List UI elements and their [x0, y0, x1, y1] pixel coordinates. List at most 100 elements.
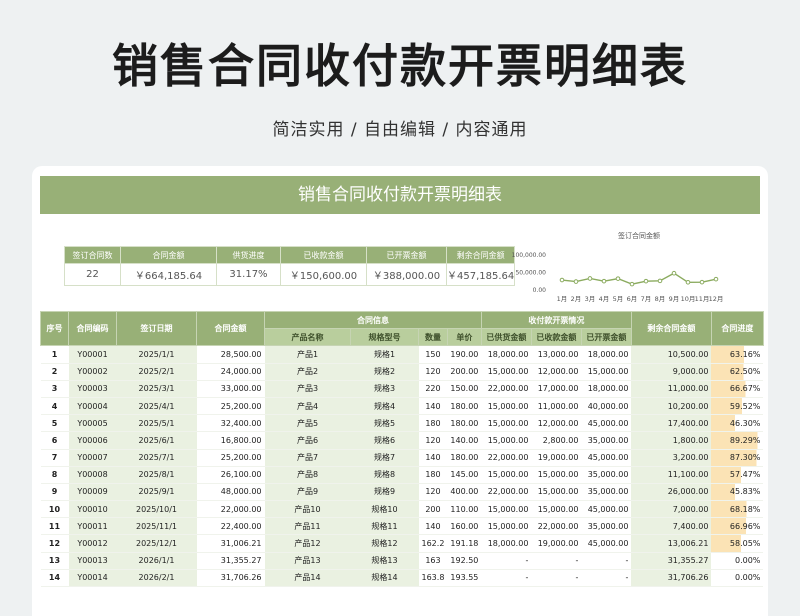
cell-received-amount[interactable]: 19,000.00 [531, 449, 582, 467]
cell-invoiced-amount[interactable]: 18,000.00 [581, 380, 632, 398]
cell-product-name[interactable]: 产品10 [264, 500, 351, 519]
cell-quantity[interactable]: 162.2 [418, 534, 448, 553]
cell-contract-amount[interactable]: 26,100.00 [196, 466, 265, 484]
cell-invoiced-amount[interactable]: 35,000.00 [581, 466, 632, 484]
cell-quantity[interactable]: 140 [418, 449, 448, 467]
cell-contract-code[interactable]: Y00008 [68, 466, 117, 484]
cell-supplied-amount[interactable]: 18,000.00 [481, 534, 532, 553]
cell-spec[interactable]: 规格1 [350, 345, 419, 364]
cell-unit-price[interactable]: 180.00 [447, 449, 482, 467]
cell-contract-amount[interactable]: 25,200.00 [196, 397, 265, 416]
cell-contract-progress[interactable]: 66.96% [711, 517, 764, 536]
cell-contract-progress[interactable]: 63.16% [711, 345, 764, 364]
cell-received-amount[interactable]: - [531, 552, 582, 570]
cell-contract-amount[interactable]: 32,400.00 [196, 414, 265, 433]
cell-contract-progress[interactable]: 87.30% [711, 449, 764, 467]
cell-row-index[interactable]: 5 [40, 414, 69, 433]
cell-quantity[interactable]: 200 [418, 500, 448, 519]
cell-product-name[interactable]: 产品9 [264, 483, 351, 502]
cell-spec[interactable]: 规格8 [350, 466, 419, 484]
cell-quantity[interactable]: 180 [418, 466, 448, 484]
cell-invoiced-amount[interactable]: 35,000.00 [581, 431, 632, 450]
cell-invoiced-amount[interactable]: - [581, 569, 632, 588]
cell-row-index[interactable]: 2 [40, 363, 69, 381]
cell-product-name[interactable]: 产品14 [264, 569, 351, 588]
cell-sign-date[interactable]: 2025/7/1 [116, 449, 197, 467]
cell-spec[interactable]: 规格2 [350, 363, 419, 381]
cell-supplied-amount[interactable]: 18,000.00 [481, 345, 532, 364]
cell-contract-code[interactable]: Y00011 [68, 517, 117, 536]
summary-value-invoiced[interactable]: ￥388,000.00 [366, 263, 447, 286]
cell-remaining-amount[interactable]: 7,000.00 [631, 500, 712, 519]
cell-received-amount[interactable]: 15,000.00 [531, 483, 582, 502]
cell-contract-amount[interactable]: 22,000.00 [196, 500, 265, 519]
cell-received-amount[interactable]: 22,000.00 [531, 517, 582, 536]
cell-remaining-amount[interactable]: 1,800.00 [631, 431, 712, 450]
cell-row-index[interactable]: 10 [40, 500, 69, 519]
cell-sign-date[interactable]: 2025/2/1 [116, 363, 197, 381]
cell-product-name[interactable]: 产品4 [264, 397, 351, 416]
cell-sign-date[interactable]: 2025/10/1 [116, 500, 197, 519]
cell-row-index[interactable]: 14 [40, 569, 69, 588]
cell-product-name[interactable]: 产品2 [264, 363, 351, 381]
cell-invoiced-amount[interactable]: 45,000.00 [581, 500, 632, 519]
cell-unit-price[interactable]: 400.00 [447, 483, 482, 502]
cell-contract-code[interactable]: Y00001 [68, 345, 117, 364]
cell-supplied-amount[interactable]: - [481, 552, 532, 570]
cell-remaining-amount[interactable]: 31,706.26 [631, 569, 712, 588]
summary-value-count[interactable]: 22 [64, 263, 121, 286]
cell-contract-code[interactable]: Y00004 [68, 397, 117, 416]
cell-supplied-amount[interactable]: 22,000.00 [481, 483, 532, 502]
cell-contract-amount[interactable]: 25,200.00 [196, 449, 265, 467]
cell-contract-code[interactable]: Y00006 [68, 431, 117, 450]
cell-contract-amount[interactable]: 22,400.00 [196, 517, 265, 536]
cell-contract-code[interactable]: Y00012 [68, 534, 117, 553]
cell-contract-code[interactable]: Y00010 [68, 500, 117, 519]
cell-quantity[interactable]: 120 [418, 363, 448, 381]
cell-spec[interactable]: 规格9 [350, 483, 419, 502]
cell-contract-code[interactable]: Y00002 [68, 363, 117, 381]
cell-contract-progress[interactable]: 59.52% [711, 397, 764, 416]
cell-supplied-amount[interactable]: 15,000.00 [481, 431, 532, 450]
cell-supplied-amount[interactable]: 15,000.00 [481, 363, 532, 381]
cell-invoiced-amount[interactable]: 35,000.00 [581, 517, 632, 536]
cell-supplied-amount[interactable]: - [481, 569, 532, 588]
cell-received-amount[interactable]: 15,000.00 [531, 466, 582, 484]
cell-contract-amount[interactable]: 48,000.00 [196, 483, 265, 502]
cell-unit-price[interactable]: 191.18 [447, 534, 482, 553]
cell-product-name[interactable]: 产品3 [264, 380, 351, 398]
cell-received-amount[interactable]: 13,000.00 [531, 345, 582, 364]
cell-contract-amount[interactable]: 33,000.00 [196, 380, 265, 398]
cell-quantity[interactable]: 140 [418, 517, 448, 536]
cell-sign-date[interactable]: 2025/12/1 [116, 534, 197, 553]
cell-contract-code[interactable]: Y00007 [68, 449, 117, 467]
cell-quantity[interactable]: 150 [418, 345, 448, 364]
cell-remaining-amount[interactable]: 9,000.00 [631, 363, 712, 381]
cell-supplied-amount[interactable]: 15,000.00 [481, 397, 532, 416]
cell-remaining-amount[interactable]: 31,355.27 [631, 552, 712, 570]
cell-supplied-amount[interactable]: 15,000.00 [481, 500, 532, 519]
cell-product-name[interactable]: 产品5 [264, 414, 351, 433]
cell-unit-price[interactable]: 180.00 [447, 414, 482, 433]
cell-invoiced-amount[interactable]: 35,000.00 [581, 483, 632, 502]
cell-sign-date[interactable]: 2025/9/1 [116, 483, 197, 502]
cell-row-index[interactable]: 7 [40, 449, 69, 467]
cell-contract-code[interactable]: Y00014 [68, 569, 117, 588]
cell-row-index[interactable]: 9 [40, 483, 69, 502]
cell-contract-amount[interactable]: 16,800.00 [196, 431, 265, 450]
cell-row-index[interactable]: 1 [40, 345, 69, 364]
cell-product-name[interactable]: 产品13 [264, 552, 351, 570]
cell-spec[interactable]: 规格6 [350, 431, 419, 450]
cell-spec[interactable]: 规格10 [350, 500, 419, 519]
cell-received-amount[interactable]: 2,800.00 [531, 431, 582, 450]
cell-row-index[interactable]: 8 [40, 466, 69, 484]
summary-value-amount[interactable]: ￥664,185.64 [120, 263, 217, 286]
cell-supplied-amount[interactable]: 15,000.00 [481, 517, 532, 536]
cell-quantity[interactable]: 120 [418, 483, 448, 502]
cell-unit-price[interactable]: 180.00 [447, 397, 482, 416]
cell-unit-price[interactable]: 160.00 [447, 517, 482, 536]
cell-contract-amount[interactable]: 31,355.27 [196, 552, 265, 570]
cell-product-name[interactable]: 产品6 [264, 431, 351, 450]
cell-unit-price[interactable]: 200.00 [447, 363, 482, 381]
cell-product-name[interactable]: 产品1 [264, 345, 351, 364]
